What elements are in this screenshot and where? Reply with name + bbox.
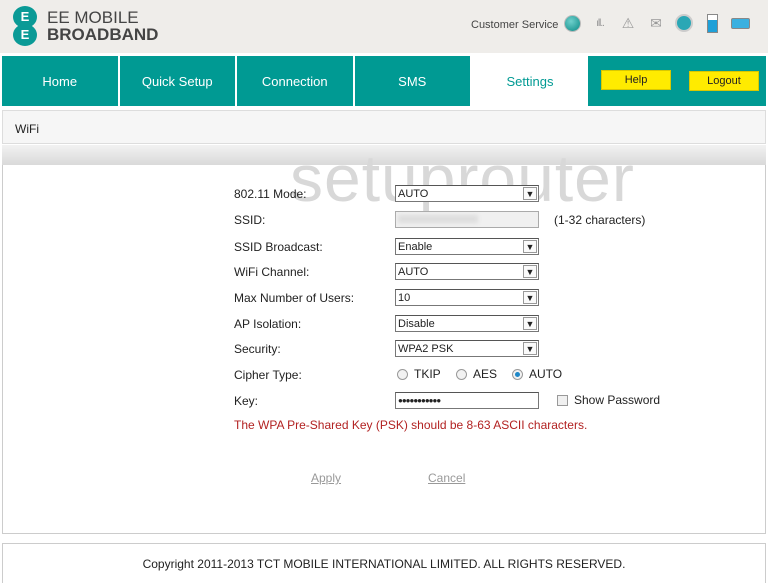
signal-icon: ıll..: [596, 17, 605, 29]
key-input[interactable]: ●●●●●●●●●●●: [395, 392, 539, 409]
mode-row: 802.11 Mode: AUTO ▼: [234, 185, 754, 203]
ssid-row: SSID: (1-32 characters): [234, 211, 754, 229]
max-users-row: Max Number of Users: 10 ▼: [234, 289, 754, 307]
max-users-label: Max Number of Users:: [234, 291, 355, 305]
cipher-label: Cipher Type:: [234, 368, 302, 382]
device-icon: [730, 13, 750, 33]
cipher-row: Cipher Type: TKIP AES AUTO: [234, 366, 754, 384]
cipher-aes-radio[interactable]: AES: [456, 367, 497, 381]
ap-isolation-row: AP Isolation: Disable ▼: [234, 315, 754, 333]
wifi-icon: [674, 13, 694, 33]
logout-button[interactable]: Logout: [689, 71, 759, 91]
broadcast-row: SSID Broadcast: Enable ▼: [234, 238, 754, 256]
footer-copyright: Copyright 2011-2013 TCT MOBILE INTERNATI…: [2, 543, 766, 583]
ssid-label: SSID:: [234, 213, 266, 227]
channel-row: WiFi Channel: AUTO ▼: [234, 263, 754, 281]
chevron-down-icon: ▼: [523, 317, 537, 330]
customer-service-link[interactable]: Customer Service: [471, 19, 558, 31]
key-error-message: The WPA Pre-Shared Key (PSK) should be 8…: [234, 418, 588, 432]
battery-icon: [702, 13, 722, 33]
tab-sms[interactable]: SMS: [355, 56, 472, 106]
show-password-checkbox[interactable]: Show Password: [557, 393, 660, 407]
max-users-select[interactable]: 10 ▼: [395, 289, 539, 306]
ap-isolation-label: AP Isolation:: [234, 317, 302, 331]
tab-settings[interactable]: Settings: [472, 56, 588, 106]
mode-select[interactable]: AUTO ▼: [395, 185, 539, 202]
chevron-down-icon: ▼: [523, 265, 537, 278]
warning-icon: ⚠: [621, 14, 635, 31]
cipher-tkip-radio[interactable]: TKIP: [397, 367, 441, 381]
header: EE EE MOBILE BROADBAND Customer Service ı…: [0, 0, 768, 53]
security-label: Security:: [234, 342, 281, 356]
key-label: Key:: [234, 394, 259, 408]
security-row: Security: WPA2 PSK ▼: [234, 340, 754, 358]
brand-name: EE MOBILE BROADBAND: [47, 9, 158, 43]
tab-home[interactable]: Home: [2, 56, 120, 106]
watermark: setuprouter: [290, 141, 635, 215]
broadcast-label: SSID Broadcast:: [234, 240, 323, 254]
cipher-auto-radio[interactable]: AUTO: [512, 367, 562, 381]
ee-logo: EE: [13, 6, 39, 46]
ssid-hint: (1-32 characters): [554, 213, 646, 227]
cancel-button[interactable]: Cancel: [428, 471, 465, 485]
section-title: WiFi: [2, 110, 766, 144]
help-button[interactable]: Help: [601, 70, 671, 90]
wifi-channel-select[interactable]: AUTO ▼: [395, 263, 539, 280]
key-row: Key: ●●●●●●●●●●● Show Password: [234, 392, 754, 410]
tab-quick-setup[interactable]: Quick Setup: [120, 56, 237, 106]
ap-isolation-select[interactable]: Disable ▼: [395, 315, 539, 332]
message-icon: ✉: [650, 14, 662, 31]
ssid-broadcast-select[interactable]: Enable ▼: [395, 238, 539, 255]
security-select[interactable]: WPA2 PSK ▼: [395, 340, 539, 357]
main-nav: Home Quick Setup Connection SMS Settings…: [2, 56, 766, 106]
tab-connection[interactable]: Connection: [237, 56, 355, 106]
chevron-down-icon: ▼: [523, 240, 537, 253]
brand-line2: BROADBAND: [47, 25, 159, 44]
channel-label: WiFi Channel:: [234, 265, 310, 279]
connection-status-icon: [562, 13, 582, 33]
ssid-input[interactable]: [395, 211, 539, 228]
chevron-down-icon: ▼: [523, 342, 537, 355]
mode-label: 802.11 Mode:: [234, 187, 307, 201]
chevron-down-icon: ▼: [523, 187, 537, 200]
apply-button[interactable]: Apply: [311, 471, 341, 485]
chevron-down-icon: ▼: [523, 291, 537, 304]
